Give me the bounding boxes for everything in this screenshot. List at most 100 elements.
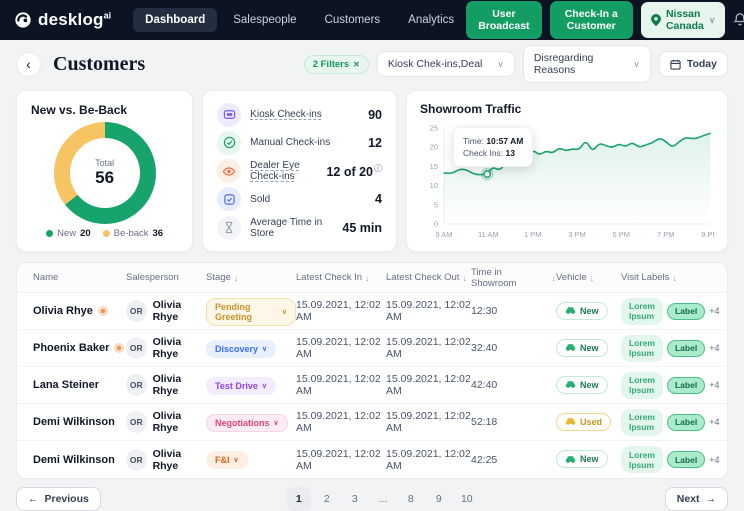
column-header-vehicle[interactable]: Vehicle ↓ [556, 272, 621, 283]
more-labels-count[interactable]: +4 [709, 380, 719, 390]
customers-table: Name Salesperson Stage ↓ Latest Check In ↓ Lat… [16, 262, 728, 479]
visit-label-pill[interactable]: Label [666, 451, 706, 468]
logo-icon [14, 11, 32, 29]
vehicle-cell: New [556, 375, 621, 395]
column-label: Visit Labels [621, 272, 670, 283]
page-title: Customers [53, 52, 146, 75]
visit-label-pill[interactable]: Lorem Ipsum [621, 446, 663, 473]
stage-label: Test Drive [215, 380, 258, 391]
customer-name-cell[interactable]: Lana Steiner [33, 379, 126, 391]
column-header-visit-labels[interactable]: Visit Labels ↓ [621, 272, 711, 283]
vehicle-pill: New [556, 301, 608, 320]
latest-checkin-cell: 15.09.2021, 12:02 AM [296, 299, 381, 323]
page-number-3[interactable]: 3 [343, 487, 367, 511]
disregarding-reasons-value: Disregarding Reasons [533, 52, 594, 76]
page-number-2[interactable]: 2 [315, 487, 339, 511]
page-body: ‹ Customers 2 Filters ✕ Kiosk Chek-ins,D… [0, 40, 744, 511]
column-header-stage[interactable]: Stage ↓ [206, 272, 296, 283]
page-header: ‹ Customers 2 Filters ✕ Kiosk Chek-ins,D… [16, 45, 728, 83]
visit-label-pill[interactable]: Label [666, 376, 706, 394]
nav-item-customers[interactable]: Customers [313, 8, 393, 32]
salesperson-avatar: OR [126, 448, 147, 471]
previous-page-button[interactable]: ← Previous [16, 487, 101, 511]
page-number-9[interactable]: 9 [427, 487, 451, 511]
sort-desc-icon[interactable]: ↓ [365, 273, 370, 283]
customer-name-cell[interactable]: Phoenix Baker [33, 342, 126, 354]
table-row[interactable]: Phoenix Baker OR Olivia Rhye Discovery ∨ 15.0… [17, 330, 727, 367]
more-labels-count[interactable]: +4 [709, 343, 719, 353]
checkin-customer-button[interactable]: Check-In a Customer [549, 1, 633, 39]
stage-dropdown-pill[interactable]: F&I ∨ [206, 451, 248, 469]
back-button[interactable]: ‹ [16, 51, 41, 77]
date-range-button[interactable]: Today [658, 51, 728, 77]
customer-name-cell[interactable]: Demi Wilkinson [33, 416, 126, 428]
column-header-time-in-showroom[interactable]: Time in Showroom ↓ [471, 267, 556, 289]
sort-desc-icon[interactable]: ↓ [672, 273, 677, 283]
column-header-latest-check-out[interactable]: Latest Check Out ↓ [386, 272, 471, 283]
customer-name-cell[interactable]: Olivia Rhye [33, 305, 126, 317]
stage-dropdown-pill[interactable]: Negotiations ∨ [206, 413, 288, 432]
customer-status-badge-icon [97, 306, 108, 316]
chevron-down-icon: ∨ [633, 58, 640, 69]
checkin-type-filter-dropdown[interactable]: Kiosk Chek-ins,Dealer... ∨ [376, 51, 515, 77]
page-number-8[interactable]: 8 [399, 487, 423, 511]
nav-item-analytics[interactable]: Analytics [396, 8, 466, 32]
sort-desc-icon[interactable]: ↓ [234, 273, 239, 283]
info-icon[interactable]: ⓘ [374, 164, 382, 173]
svg-text:9 PM: 9 PM [701, 230, 714, 239]
column-header-latest-check-in[interactable]: Latest Check In ↓ [296, 272, 386, 283]
visit-label-pill[interactable]: Lorem Ipsum [621, 371, 663, 399]
salesperson-cell: OR Olivia Rhye [126, 336, 206, 360]
more-labels-count[interactable]: +4 [709, 306, 719, 316]
table-row[interactable]: Lana Steiner OR Olivia Rhye Test Drive ∨ 15.0… [17, 367, 727, 404]
visit-label-pill[interactable]: Label [666, 413, 706, 431]
visit-label-pill[interactable]: Label [666, 339, 706, 357]
notifications-bell-icon[interactable] [733, 12, 744, 29]
column-header-salesperson[interactable]: Salesperson [126, 272, 206, 283]
time-in-showroom-cell: 12:30 [471, 305, 498, 317]
more-labels-count[interactable]: +4 [709, 417, 719, 427]
nav-item-salespeople[interactable]: Salespeople [221, 8, 308, 32]
car-icon [565, 306, 576, 315]
table-row[interactable]: Olivia Rhye OR Olivia Rhye Pending Greeting… [17, 293, 727, 330]
user-broadcast-button[interactable]: User Broadcast [466, 1, 542, 39]
salesperson-cell: OR Olivia Rhye [126, 373, 206, 397]
chevron-down-icon: ∨ [497, 58, 504, 69]
visit-label-pill[interactable]: Lorem Ipsum [621, 297, 663, 325]
visit-label-pill[interactable]: Label [666, 302, 706, 320]
stat-label-kiosk-check-ins[interactable]: Kiosk Check-ins [250, 109, 322, 120]
next-page-button[interactable]: Next → [664, 487, 728, 511]
nav-item-dashboard[interactable]: Dashboard [133, 8, 218, 32]
clear-filters-icon[interactable]: ✕ [353, 60, 360, 69]
disregarding-reasons-dropdown[interactable]: Disregarding Reasons ∨ [522, 45, 651, 83]
dealer-selector[interactable]: Nissan Canada ∨ [640, 2, 726, 38]
logo[interactable]: desklogai [14, 10, 111, 30]
car-icon [565, 455, 576, 464]
calendar-icon [670, 59, 681, 70]
table-row[interactable]: Demi Wilkinson OR Olivia Rhye Negotiations ∨… [17, 404, 727, 441]
column-header-name[interactable]: Name [33, 272, 126, 283]
visit-labels-cell: Lorem Ipsum Label +4 [621, 446, 719, 473]
car-icon [565, 417, 576, 426]
more-labels-count[interactable]: +4 [709, 455, 719, 465]
stage-dropdown-pill[interactable]: Pending Greeting ∨ [206, 297, 296, 326]
page-number-1[interactable]: 1 [286, 487, 311, 511]
stat-label-dealer-eye-check-ins[interactable]: Dealer Eye Check-ins [250, 160, 317, 182]
chevron-down-icon: ∨ [261, 382, 267, 390]
chevron-down-icon: ∨ [273, 419, 279, 427]
visit-label-pill[interactable]: Lorem Ipsum [621, 408, 663, 436]
salesperson-cell: OR Olivia Rhye [126, 410, 206, 434]
page-number-10[interactable]: 10 [455, 487, 479, 511]
stage-dropdown-pill[interactable]: Test Drive ∨ [206, 376, 276, 395]
sort-desc-icon[interactable]: ↓ [462, 273, 467, 283]
latest-checkout-cell: 15.09.2021, 12:02 AM [386, 447, 471, 472]
table-row[interactable]: Demi Wilkinson OR Olivia Rhye F&I ∨ 15.09.202… [17, 441, 727, 478]
legend-new: New 20 [46, 228, 91, 239]
new-vs-beback-donut-chart[interactable]: Total 56 [53, 121, 156, 224]
stage-dropdown-pill[interactable]: Discovery ∨ [206, 339, 277, 358]
sort-desc-icon[interactable]: ↓ [590, 273, 595, 283]
customer-name-cell[interactable]: Demi Wilkinson [33, 454, 126, 466]
navbar-right: User Broadcast Check-In a Customer Nissa… [466, 1, 744, 39]
visit-label-pill[interactable]: Lorem Ipsum [621, 334, 663, 362]
active-filters-badge[interactable]: 2 Filters ✕ [303, 54, 369, 74]
